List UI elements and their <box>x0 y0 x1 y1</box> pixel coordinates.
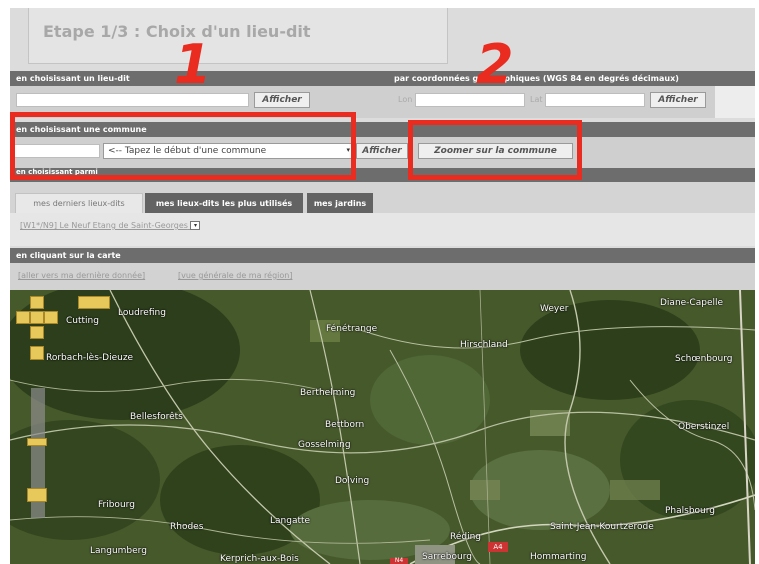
zoom-slider-handle[interactable] <box>27 438 47 446</box>
tab-derniers[interactable]: mes derniers lieux-dits <box>15 193 143 213</box>
pan-right-button[interactable] <box>44 311 58 324</box>
map-place-label: Rorbach-lès-Dieuze <box>46 353 134 363</box>
map-place-label: Phalsbourg <box>665 506 716 516</box>
chevron-down-icon[interactable]: ▾ <box>190 221 201 230</box>
zoom-in-button[interactable] <box>30 346 44 360</box>
map-place-label: Diane-Capelle <box>660 298 724 308</box>
map-place-label: Fénétrange <box>326 324 378 334</box>
lat-label: Lat <box>530 95 543 104</box>
road-badge: N4 <box>390 558 408 564</box>
map-place-label: Sarrebourg <box>422 552 472 562</box>
annotation-number-2: 2 <box>476 33 514 96</box>
map-place-label: Weyer <box>540 304 569 314</box>
pan-down-button[interactable] <box>30 326 44 339</box>
page: Etape 1/3 : Choix d'un lieu-dit en chois… <box>10 8 755 564</box>
map-place-label: Schœnbourg <box>675 354 733 364</box>
region-view-link[interactable]: [vue générale de ma région] <box>178 271 292 280</box>
afficher-commune-button[interactable]: Afficher <box>356 143 408 159</box>
road-badge: A4 <box>488 542 508 552</box>
map-place-label: Dolving <box>335 476 370 486</box>
map-place-label: Kerprich-aux-Bois <box>220 554 299 564</box>
carte-header-label: en cliquant sur la carte <box>16 251 121 260</box>
last-data-link[interactable]: [aller vers ma dernière donnée] <box>18 271 145 280</box>
lieudit-input[interactable] <box>16 93 249 107</box>
zoom-out-button[interactable] <box>27 488 47 502</box>
map-place-label: Langatte <box>270 516 311 526</box>
coords-header-label: par coordonnées géographiques (WGS 84 en… <box>394 74 679 83</box>
map-place-label: Hommarting <box>530 552 587 562</box>
afficher-coords-button[interactable]: Afficher <box>650 92 706 108</box>
recent-lieudit-label: [W1*/N9] Le Neuf Etang de Saint-Georges <box>20 221 188 230</box>
annotation-box-2 <box>408 120 582 180</box>
tab-jardins[interactable]: mes jardins <box>307 193 373 213</box>
map-place-label: Langumberg <box>90 546 147 556</box>
map-place-label: Saint-Jean-Kourtzerode <box>550 522 654 532</box>
map-place-label: Oberstinzel <box>678 422 730 432</box>
recent-lieudit-link[interactable]: [W1*/N9] Le Neuf Etang de Saint-Georges … <box>20 221 201 230</box>
map-place-label: Gosselming <box>298 440 351 450</box>
title-box: Etape 1/3 : Choix d'un lieu-dit <box>28 8 448 64</box>
pan-left-button[interactable] <box>16 311 30 324</box>
map-place-label: Fribourg <box>98 500 135 510</box>
annotation-number-1: 1 <box>174 33 212 96</box>
map-place-label: Réding <box>450 532 482 542</box>
perso-row: mes derniers lieux-dits mes lieux-dits l… <box>10 182 755 246</box>
tab-plus-utilises[interactable]: mes lieux-dits les plus utilisés <box>145 193 303 213</box>
lon-label: Lon <box>398 95 413 104</box>
map-place-label: Hirschland <box>460 340 508 350</box>
satellite-map[interactable]: Loudrefing Cutting Fénétrange Weyer Hirs… <box>10 290 755 564</box>
carte-links-row: [aller vers ma dernière donnée] [vue gén… <box>10 263 755 290</box>
lieudit-header-label: en choisissant un lieu-dit <box>16 74 130 83</box>
annotation-box-1 <box>10 112 356 180</box>
layer-switcher-button[interactable] <box>78 296 110 309</box>
map-place-label: Berthelming <box>300 388 356 398</box>
map-place-label: Cutting <box>66 316 99 326</box>
coords-row-end <box>715 86 755 118</box>
afficher-lieudit-button[interactable]: Afficher <box>254 92 310 108</box>
pan-center-button[interactable] <box>30 311 44 324</box>
pan-up-button[interactable] <box>30 296 44 309</box>
map-place-label: Rhodes <box>170 522 204 532</box>
lieudit-header: en choisissant un lieu-dit par coordonné… <box>10 71 755 86</box>
lat-input[interactable] <box>545 93 645 107</box>
carte-header: en cliquant sur la carte <box>10 248 755 263</box>
map-place-label: Loudrefing <box>118 308 166 318</box>
map-place-label: Bettborn <box>325 420 365 430</box>
map-place-label: Bellesforêts <box>130 412 183 422</box>
